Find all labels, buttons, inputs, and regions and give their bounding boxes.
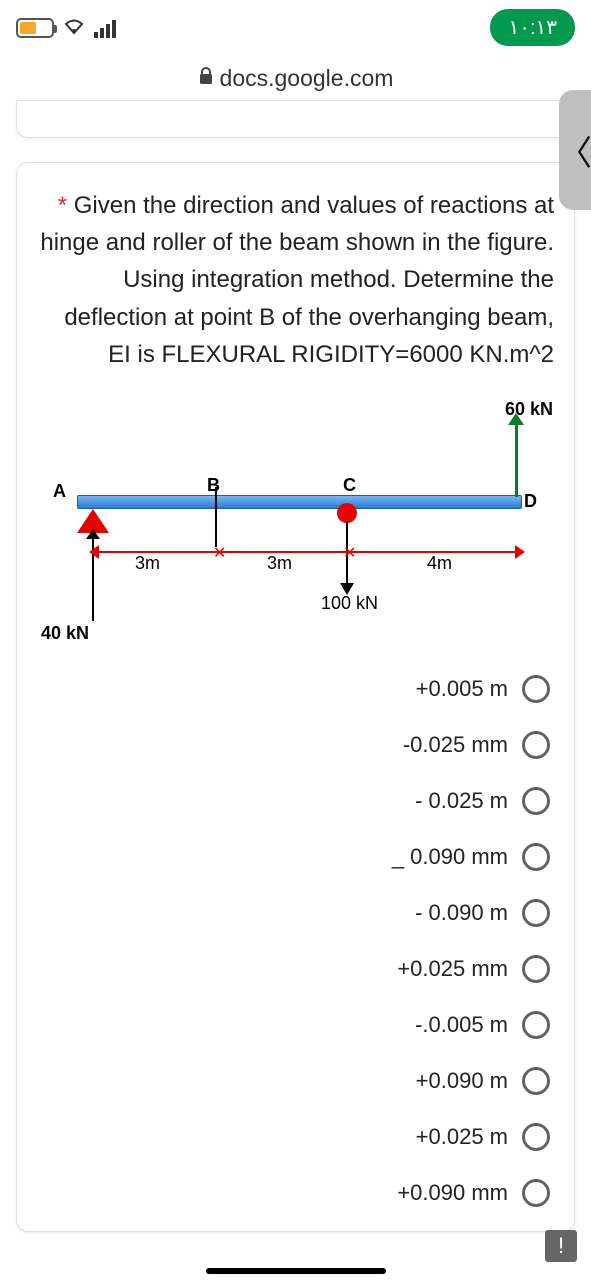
load-a-label: 40 kN bbox=[41, 623, 89, 644]
option-label: +0.025 m bbox=[416, 1124, 508, 1150]
load-d-arrow-shaft bbox=[515, 421, 518, 497]
radio-icon[interactable] bbox=[522, 843, 550, 871]
node-d-label: D bbox=[524, 491, 537, 512]
radio-icon[interactable] bbox=[522, 1179, 550, 1207]
chevron-left-icon: 〈 bbox=[558, 126, 591, 175]
option-row[interactable]: _ 0.090 mm bbox=[37, 829, 554, 885]
option-row[interactable]: -.0.005 m bbox=[37, 997, 554, 1053]
required-asterisk: * bbox=[58, 192, 67, 219]
node-b-label: B bbox=[207, 475, 220, 496]
lock-icon bbox=[198, 67, 214, 90]
radio-icon[interactable] bbox=[522, 899, 550, 927]
options-list: +0.005 m -0.025 mm - 0.025 m _ 0.090 mm … bbox=[37, 661, 554, 1221]
option-label: +0.005 m bbox=[416, 676, 508, 702]
radio-icon[interactable] bbox=[522, 955, 550, 983]
side-tab[interactable]: 〈 bbox=[559, 90, 591, 210]
tick-b: ✕ bbox=[213, 543, 226, 563]
arrow-down-icon bbox=[340, 583, 354, 595]
dim-arrow-right-icon bbox=[515, 545, 525, 559]
option-row[interactable]: +0.025 m bbox=[37, 1109, 554, 1165]
option-label: - 0.025 m bbox=[415, 788, 508, 814]
option-row[interactable]: - 0.090 m bbox=[37, 885, 554, 941]
radio-icon[interactable] bbox=[522, 1067, 550, 1095]
option-label: -.0.005 m bbox=[415, 1012, 508, 1038]
previous-card-edge bbox=[16, 100, 575, 138]
radio-icon[interactable] bbox=[522, 1011, 550, 1039]
roller-icon bbox=[337, 503, 357, 523]
wifi-icon bbox=[62, 15, 86, 41]
dimension-line bbox=[95, 551, 519, 553]
beam-diagram: 60 kN A B C D 3m 3m 4m 100 kN 40 kN bbox=[37, 391, 554, 651]
option-row[interactable]: +0.090 m bbox=[37, 1053, 554, 1109]
option-label: _ 0.090 mm bbox=[392, 844, 508, 870]
alert-icon: ! bbox=[558, 1233, 564, 1259]
question-body: Given the direction and values of reacti… bbox=[40, 192, 554, 368]
radio-icon[interactable] bbox=[522, 1123, 550, 1151]
signal-icon bbox=[94, 18, 116, 38]
option-row[interactable]: +0.090 mm bbox=[37, 1165, 554, 1221]
span-ab-label: 3m bbox=[135, 553, 160, 574]
home-indicator bbox=[206, 1268, 386, 1274]
question-card: * Given the direction and values of reac… bbox=[16, 162, 575, 1232]
battery-icon bbox=[16, 18, 54, 38]
option-label: - 0.090 m bbox=[415, 900, 508, 926]
react-a-arrow-up-icon bbox=[86, 529, 100, 539]
radio-icon[interactable] bbox=[522, 675, 550, 703]
beam-bar bbox=[77, 495, 522, 509]
tick-c: ✕ bbox=[343, 543, 356, 563]
radio-icon[interactable] bbox=[522, 787, 550, 815]
report-fab[interactable]: ! bbox=[545, 1230, 577, 1262]
question-text: * Given the direction and values of reac… bbox=[37, 187, 554, 373]
node-c-label: C bbox=[343, 475, 356, 496]
option-label: +0.090 mm bbox=[397, 1180, 508, 1206]
span-cd-label: 4m bbox=[427, 553, 452, 574]
span-bc-label: 3m bbox=[267, 553, 292, 574]
node-a-label: A bbox=[53, 481, 66, 502]
option-row[interactable]: +0.005 m bbox=[37, 661, 554, 717]
status-bar: ١٠:١٣ bbox=[0, 0, 591, 55]
option-label: +0.025 mm bbox=[397, 956, 508, 982]
url-bar[interactable]: docs.google.com bbox=[0, 55, 591, 100]
radio-icon[interactable] bbox=[522, 731, 550, 759]
option-label: -0.025 mm bbox=[403, 732, 508, 758]
screen: ١٠:١٣ docs.google.com 〈 * Given the dire… bbox=[0, 0, 591, 1280]
clock: ١٠:١٣ bbox=[490, 9, 575, 46]
status-left bbox=[16, 15, 116, 41]
option-row[interactable]: - 0.025 m bbox=[37, 773, 554, 829]
option-row[interactable]: +0.025 mm bbox=[37, 941, 554, 997]
arrow-up-icon bbox=[508, 413, 524, 425]
option-row[interactable]: -0.025 mm bbox=[37, 717, 554, 773]
load-c-label: 100 kN bbox=[321, 593, 378, 614]
dim-arrow-left-icon bbox=[89, 545, 99, 559]
option-label: +0.090 m bbox=[416, 1068, 508, 1094]
grid-b bbox=[215, 487, 217, 547]
url-text: docs.google.com bbox=[220, 65, 394, 92]
